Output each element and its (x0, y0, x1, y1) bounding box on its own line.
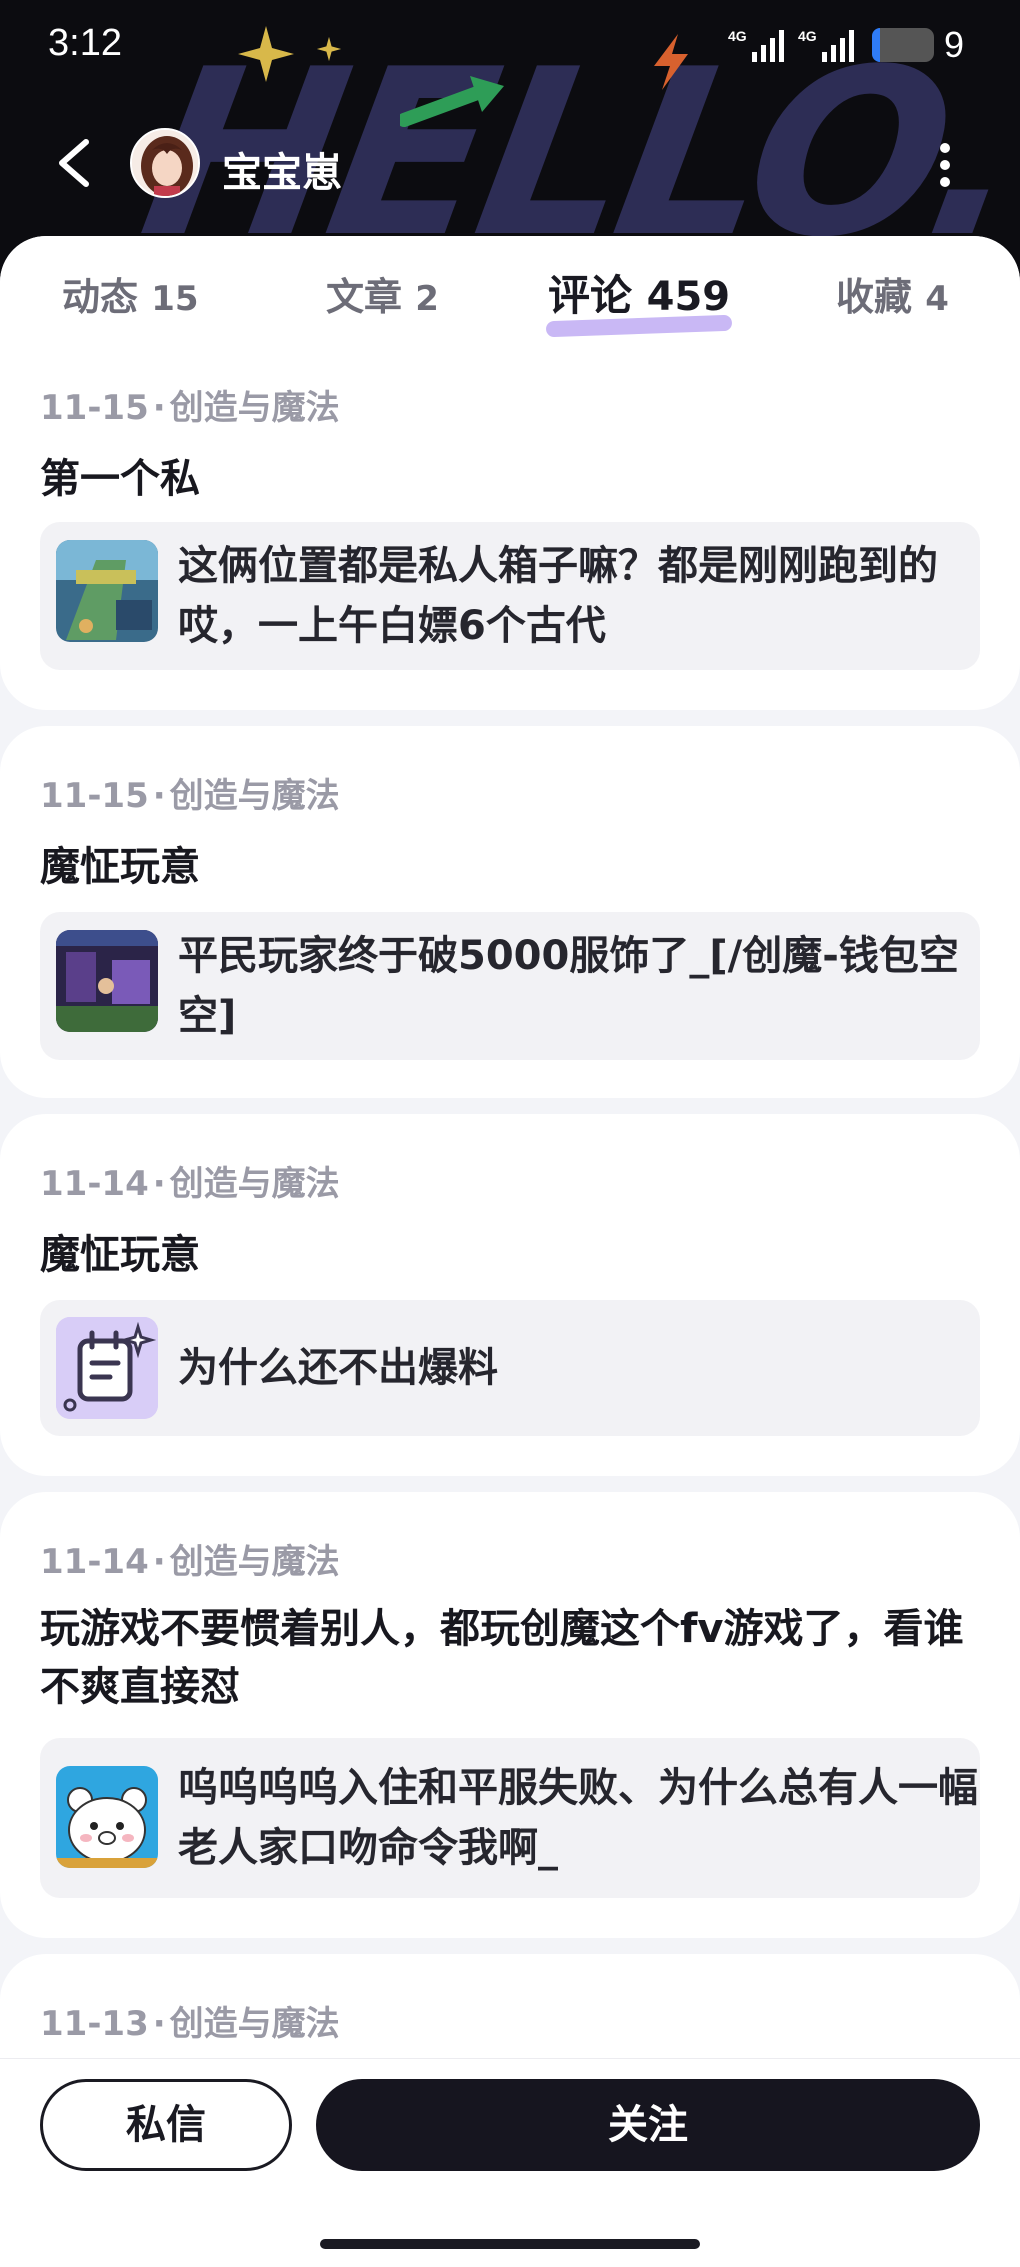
comment-text: 第一个私 (40, 456, 200, 502)
meta-dot: · (152, 1542, 166, 1582)
tab-favorites-label: 收藏 (836, 275, 913, 319)
comment-game[interactable]: 创造与魔法 (170, 388, 340, 428)
quoted-post[interactable]: 呜呜呜呜入住和平服失败、为什么总有人一幅老人家口吻命令我啊_ (40, 1738, 980, 1898)
follow-button[interactable]: 关注 (316, 2079, 980, 2171)
quoted-post-text: 这俩位置都是私人箱子嘛？都是刚刚跑到的哎，一上午白嫖6个古代 (178, 543, 938, 649)
comment-meta: 11-15 · 创造与魔法 (40, 380, 340, 429)
quoted-post-text: 为什么还不出爆料 (178, 1345, 498, 1391)
battery-icon (872, 28, 934, 62)
home-indicator (320, 2239, 700, 2249)
comment-text: 玩游戏不要惯着别人，都玩创魔这个fv游戏了，看谁不爽直接怼 (40, 1606, 964, 1710)
tab-comments[interactable]: 评论 459 (548, 262, 730, 323)
tab-dynamics-count: 15 (151, 279, 199, 319)
tab-articles-label: 文章 (326, 275, 403, 319)
comment-card[interactable]: 11-14 · 创造与魔法 魔怔玩意 为什么还不出爆料 (0, 1114, 1020, 1476)
comment-card[interactable]: 11-15 · 创造与魔法 第一个私 这俩位置都是私人箱子嘛？都是刚刚跑到的哎，一上… (0, 346, 1020, 710)
signal-bars-icon (822, 30, 854, 62)
comment-game[interactable]: 创造与魔法 (170, 1164, 340, 1204)
signal-label-1: 4G (728, 28, 747, 44)
meta-dot: · (152, 1164, 166, 1204)
comment-meta: 11-14 · 创造与魔法 (40, 1156, 340, 1205)
game-screenshot-icon (56, 930, 158, 1032)
comment-meta: 11-13 · 创造与魔法 (40, 1996, 340, 2045)
user-name: 宝宝崽 (222, 150, 342, 196)
note-icon (56, 1317, 158, 1419)
more-options-icon[interactable] (930, 140, 960, 190)
tab-bar: 动态 15 文章 2 评论 459 收藏 4 (0, 236, 1020, 346)
signal-label-2: 4G (798, 28, 817, 44)
tab-comments-count: 459 (646, 274, 731, 320)
comment-card[interactable]: 11-15 · 创造与魔法 魔怔玩意 平民玩家终于破5000服饰了_[/创魔-钱包空… (0, 726, 1020, 1098)
tab-dynamics-label: 动态 (62, 275, 139, 319)
comment-card[interactable]: 11-14 · 创造与魔法 玩游戏不要惯着别人，都玩创魔这个fv游戏了，看谁不爽直接… (0, 1492, 1020, 1938)
quoted-post-text: 平民玩家终于破5000服饰了_[/创魔-钱包空空] (178, 933, 959, 1039)
meta-dot: · (152, 776, 166, 816)
tab-comments-label: 评论 (548, 271, 633, 320)
comment-text: 魔怔玩意 (40, 844, 200, 890)
tab-dynamics[interactable]: 动态 15 (62, 266, 199, 321)
comment-text: 魔怔玩意 (40, 1232, 200, 1278)
comment-game[interactable]: 创造与魔法 (170, 776, 340, 816)
comment-date: 11-13 (40, 2004, 149, 2044)
comment-game[interactable]: 创造与魔法 (170, 1542, 340, 1582)
quoted-post[interactable]: 这俩位置都是私人箱子嘛？都是刚刚跑到的哎，一上午白嫖6个古代 (40, 522, 980, 670)
battery-fill (872, 28, 880, 62)
tab-favorites-count: 4 (925, 279, 949, 319)
bottom-action-bar: 私信 关注 (0, 2058, 1020, 2267)
comment-date: 11-15 (40, 776, 149, 816)
tab-favorites[interactable]: 收藏 4 (836, 266, 949, 321)
game-screenshot-icon (56, 540, 158, 642)
status-time: 3:12 (48, 22, 122, 64)
comment-date: 11-14 (40, 1164, 149, 1204)
tab-articles-count: 2 (415, 279, 439, 319)
meta-dot: · (152, 388, 166, 428)
meta-dot: · (152, 2004, 166, 2044)
cartoon-bear-icon (56, 1766, 158, 1868)
avatar[interactable] (130, 128, 200, 198)
comment-date: 11-15 (40, 388, 149, 428)
tab-articles[interactable]: 文章 2 (326, 266, 439, 321)
battery-level: 9 (944, 24, 965, 65)
quoted-post-text: 呜呜呜呜入住和平服失败、为什么总有人一幅老人家口吻命令我啊_ (178, 1765, 978, 1871)
comment-game[interactable]: 创造与魔法 (170, 2004, 340, 2044)
comment-date: 11-14 (40, 1542, 149, 1582)
comment-meta: 11-15 · 创造与魔法 (40, 768, 340, 817)
quoted-post[interactable]: 为什么还不出爆料 (40, 1300, 980, 1436)
back-arrow-icon[interactable] (52, 138, 96, 188)
signal-bars-icon (752, 30, 784, 62)
private-message-button[interactable]: 私信 (40, 2079, 292, 2171)
quoted-post[interactable]: 平民玩家终于破5000服饰了_[/创魔-钱包空空] (40, 912, 980, 1060)
status-bar: 3:12 4G 4G 9 (0, 0, 1020, 95)
comment-meta: 11-14 · 创造与魔法 (40, 1534, 340, 1583)
